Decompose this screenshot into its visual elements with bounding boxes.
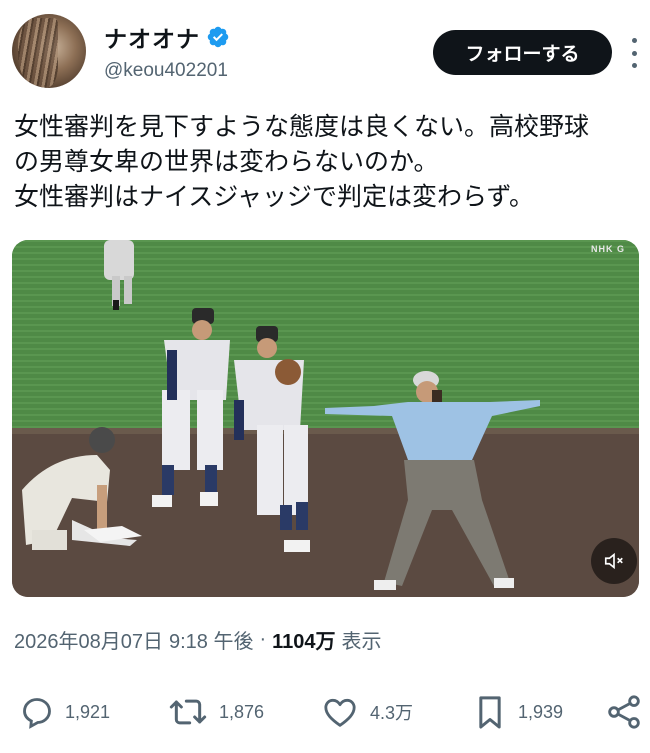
video-watermark: NHK G bbox=[591, 244, 625, 254]
tweet-date[interactable]: 2026年08月07日 bbox=[14, 625, 163, 654]
tweet-text-line: 女性審判を見下すような態度は良くない。高校野球 bbox=[14, 113, 590, 141]
video-frame-image bbox=[12, 240, 639, 597]
tweet-video[interactable]: NHK G bbox=[12, 240, 639, 597]
bookmark-button[interactable]: 1,939 bbox=[470, 690, 563, 734]
repost-icon bbox=[169, 699, 207, 725]
volume-muted-icon bbox=[604, 552, 623, 570]
like-count: 4.3万 bbox=[370, 703, 414, 723]
reply-count: 1,921 bbox=[65, 701, 111, 722]
tweet-time[interactable]: 9:18 午後 bbox=[169, 625, 253, 654]
bookmark-icon bbox=[479, 696, 501, 729]
views-count: 1104万 bbox=[272, 631, 336, 653]
repost-count: 1,876 bbox=[219, 701, 265, 722]
heart-icon bbox=[324, 698, 356, 727]
tweet-text: 女性審判を見下すような態度は良くない。高校野球 の男尊女卑の世界は変わらないのか… bbox=[14, 110, 644, 215]
share-icon bbox=[608, 695, 640, 729]
repost-button[interactable]: 1,876 bbox=[165, 690, 264, 734]
unmute-button[interactable] bbox=[591, 538, 637, 584]
author-handle[interactable]: @keou402201 bbox=[104, 60, 228, 82]
reply-button[interactable]: 1,921 bbox=[17, 690, 110, 734]
more-options-icon[interactable] bbox=[626, 38, 642, 68]
tweet-text-line: の男尊女卑の世界は変わらないのか。 bbox=[14, 148, 439, 176]
verified-badge-icon bbox=[207, 26, 229, 48]
follow-button[interactable]: フォローする bbox=[433, 30, 612, 75]
author-name-row: ナオオナ bbox=[104, 20, 230, 54]
author-display-name[interactable]: ナオオナ bbox=[104, 20, 200, 54]
meta-separator: · bbox=[259, 628, 267, 650]
bookmark-count: 1,939 bbox=[518, 701, 564, 722]
tweet-text-line: 女性審判はナイスジャッジで判定は変わらず。 bbox=[14, 183, 535, 211]
tweet-meta: 2026年08月07日 9:18 午後 · 1104万 表示 bbox=[14, 625, 382, 654]
share-button[interactable] bbox=[604, 690, 644, 734]
author-avatar[interactable] bbox=[12, 14, 86, 88]
tweet-actions: 1,921 1,876 4.3万 1,939 bbox=[0, 690, 650, 734]
views-label: 表示 bbox=[341, 631, 382, 653]
like-button[interactable]: 4.3万 bbox=[318, 690, 413, 734]
reply-icon bbox=[23, 698, 51, 729]
